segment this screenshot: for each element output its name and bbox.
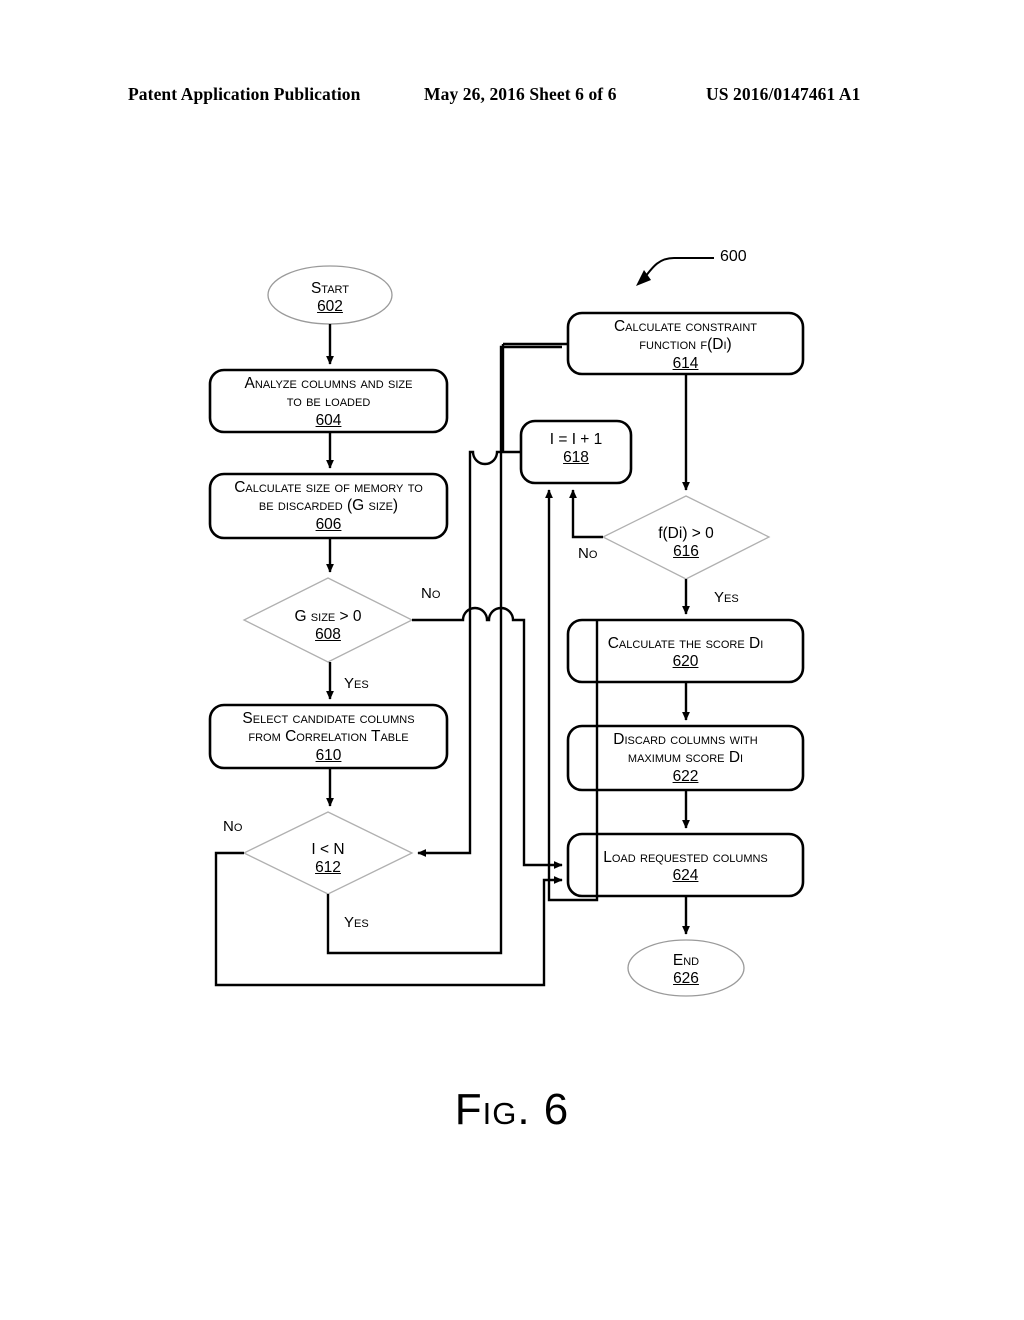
shape-process-622 [566,724,805,792]
edge-label-608-no: No [421,585,441,602]
edge-label-616-yes: Yes [714,589,739,606]
shape-decision-612 [242,811,414,895]
shape-process-610 [208,703,449,770]
shape-process-620 [566,618,805,684]
shape-process-604 [208,368,449,434]
edge-label-608-yes: Yes [344,675,369,692]
edge-label-612-no: No [223,818,243,835]
shape-process-614 [566,311,805,376]
edge-label-612-yes: Yes [344,914,369,931]
shape-process-606 [208,472,449,540]
callout-600-leader [636,257,714,286]
shape-process-618 [519,419,633,485]
edge-label-616-no: No [578,545,598,562]
shape-decision-616 [601,495,771,580]
shape-terminator-626 [627,939,745,997]
callout-600-label: 600 [720,248,747,265]
edge-612-no-to-624 [214,851,563,987]
shape-decision-608 [242,577,414,663]
edge-616-no-to-618 [569,489,603,539]
shape-terminator-602 [267,265,393,325]
figure-caption: Fig. 6 [454,1085,570,1134]
shape-process-624 [566,832,805,898]
node-shapes [208,265,805,997]
